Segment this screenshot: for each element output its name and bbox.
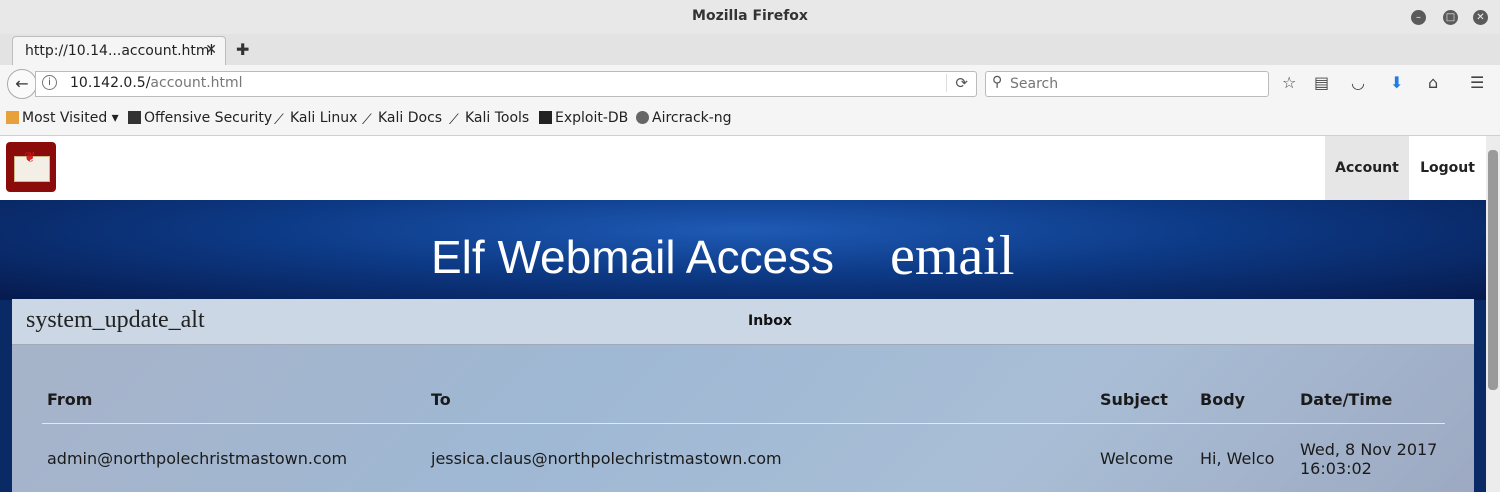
minimize-icon[interactable]: – <box>1411 10 1426 25</box>
kali-dragon-icon: ⟋ <box>274 112 284 128</box>
download-icon[interactable]: ⬇ <box>1390 73 1403 92</box>
tab-account[interactable]: http://10.14...account.html ✕ <box>12 36 226 66</box>
cell-subject[interactable]: Welcome <box>1100 449 1173 468</box>
bookmark-label: Kali Linux <box>290 110 358 126</box>
info-icon[interactable]: i <box>42 75 57 90</box>
bookmark-kali-tools[interactable]: ⟋ Kali Tools <box>449 110 530 128</box>
inbox-title: Inbox <box>748 313 792 329</box>
maximize-icon[interactable]: □ <box>1443 10 1458 25</box>
column-header-subject: Subject <box>1100 390 1168 409</box>
tab-bar: http://10.14...account.html ✕ ✚ <box>0 34 1500 66</box>
search-input[interactable] <box>1008 74 1262 94</box>
bookmarks-toolbar: Most Visited ▾ Offensive Security ⟋ Kali … <box>0 103 1500 136</box>
folder-icon <box>6 111 19 124</box>
window-titlebar: Mozilla Firefox – □ ✕ <box>0 0 1500 35</box>
reload-icon[interactable]: ⟳ <box>946 74 968 92</box>
cell-from[interactable]: admin@northpolechristmastown.com <box>47 449 347 468</box>
kali-dragon-icon: ⟋ <box>362 112 372 128</box>
cell-datetime[interactable]: Wed, 8 Nov 2017 16:03:02 <box>1300 440 1440 478</box>
web-page: ❦ Account Logout Elf Webmail Access emai… <box>0 136 1486 492</box>
cell-body[interactable]: Hi, Welco <box>1200 449 1274 468</box>
new-tab-icon[interactable]: ✚ <box>236 40 249 59</box>
bookmark-offensive-security[interactable]: Offensive Security <box>128 110 272 126</box>
exploit-db-icon <box>539 111 552 124</box>
nav-logout-link[interactable]: Logout <box>1409 136 1486 200</box>
site-header: ❦ Account Logout <box>0 136 1486 200</box>
back-arrow-icon[interactable]: ← <box>7 69 37 99</box>
pocket-icon[interactable]: ◡ <box>1351 73 1365 92</box>
column-header-datetime: Date/Time <box>1300 390 1393 409</box>
hero-title: Elf Webmail Access <box>431 231 835 283</box>
bookmark-aircrack-ng[interactable]: Aircrack-ng <box>636 110 732 126</box>
inbox-header: system_update_alt Inbox <box>12 299 1474 345</box>
kali-dragon-icon: ⟋ <box>449 112 459 128</box>
inbox-panel: system_update_alt Inbox From To Subject … <box>12 299 1474 492</box>
window-title: Mozilla Firefox <box>692 8 808 24</box>
tab-title: http://10.14...account.html <box>25 43 214 59</box>
nav-account-link[interactable]: Account <box>1325 136 1409 200</box>
menu-icon[interactable]: ☰ <box>1470 73 1484 92</box>
home-icon[interactable]: ⌂ <box>1428 73 1438 92</box>
bow-icon: ❦ <box>24 150 36 166</box>
page-scrollbar[interactable] <box>1486 136 1500 492</box>
column-header-body: Body <box>1200 390 1246 409</box>
bookmark-label: Aircrack-ng <box>652 110 732 126</box>
bookmark-kali-linux[interactable]: ⟋ Kali Linux <box>274 110 358 128</box>
cell-to[interactable]: jessica.claus@northpolechristmastown.com <box>431 449 782 468</box>
search-bar[interactable]: ⚲ <box>985 71 1269 97</box>
system-update-icon[interactable]: system_update_alt <box>26 307 205 334</box>
bookmark-label: Exploit-DB <box>555 110 629 126</box>
reading-list-icon[interactable]: ▤ <box>1314 73 1329 92</box>
url-text[interactable]: 10.142.0.5/account.html <box>70 75 243 91</box>
close-window-icon[interactable]: ✕ <box>1473 10 1488 25</box>
hero-banner: Elf Webmail Access email <box>0 200 1486 300</box>
column-header-from: From <box>47 390 93 409</box>
bookmark-label: Kali Tools <box>465 110 530 126</box>
column-header-to: To <box>431 390 451 409</box>
bookmark-star-icon[interactable]: ☆ <box>1282 73 1296 92</box>
bookmark-label: Most Visited ▾ <box>22 110 119 126</box>
bookmark-kali-docs[interactable]: ⟋ Kali Docs <box>362 110 443 128</box>
scrollbar-thumb[interactable] <box>1488 150 1498 390</box>
search-icon: ⚲ <box>992 74 1003 90</box>
bookmark-exploit-db[interactable]: Exploit-DB <box>539 110 628 126</box>
url-host: 10.142.0.5/ <box>70 75 151 91</box>
url-path: account.html <box>150 75 243 91</box>
bookmark-label: Offensive Security <box>144 110 273 126</box>
close-tab-icon[interactable]: ✕ <box>205 42 217 58</box>
url-bar[interactable]: i 10.142.0.5/account.html ⟳ <box>35 71 977 97</box>
bookmark-label: Kali Docs <box>378 110 443 126</box>
navigation-bar: ← i 10.142.0.5/account.html ⟳ ⚲ ☆ ▤ ◡ ⬇ … <box>0 65 1500 103</box>
offsec-icon <box>128 111 141 124</box>
site-logo[interactable]: ❦ <box>6 142 56 192</box>
header-divider <box>42 423 1445 424</box>
bookmark-most-visited[interactable]: Most Visited ▾ <box>6 110 119 126</box>
aircrack-icon <box>636 111 649 124</box>
email-icon: email <box>890 225 1015 287</box>
